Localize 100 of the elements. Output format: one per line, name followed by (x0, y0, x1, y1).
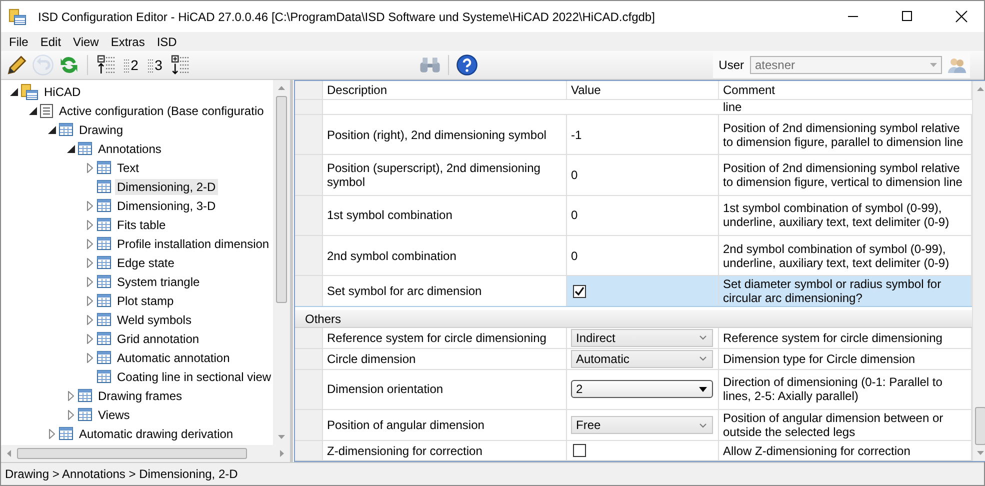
vertical-scrollbar[interactable] (972, 81, 985, 461)
collapsed-arrow-icon[interactable] (68, 410, 74, 420)
scrollbar-thumb[interactable] (17, 448, 247, 459)
tree-item[interactable]: Annotations (96, 140, 164, 156)
dropdown[interactable]: Free (571, 416, 713, 434)
table-cell: Position of angular dimension (323, 410, 567, 440)
grid-row[interactable]: Reference system for circle dimensioning Indirect Reference system for circle dimensioning (295, 328, 972, 349)
grid-row[interactable]: Position (superscript), 2nd dimensioning symbol 0 Position of 2nd dimensioning symbol relative to dimension figure, vertical to dimension line (295, 155, 972, 196)
grid-row[interactable]: 1st symbol combination 0 1st symbol combination of symbol (0-99), underline, auxiliary text, text delimiter (0-9) (295, 196, 972, 236)
grid-row[interactable]: Set symbol for arc dimension Set diameter symbol or radius symbol for circular arc dimensioning? (295, 276, 972, 308)
list-icon (40, 104, 53, 118)
scrollbar-thumb[interactable] (276, 96, 287, 303)
menu-item[interactable]: Edit (34, 34, 68, 48)
column-header[interactable]: Description (323, 81, 567, 100)
tree-item[interactable]: System triangle (115, 274, 202, 290)
help-icon[interactable] (455, 54, 479, 76)
menu-item[interactable]: View (67, 34, 105, 48)
users-icon[interactable] (948, 57, 966, 73)
pencil-icon[interactable] (5, 54, 29, 76)
level-button[interactable]: 3 (144, 54, 166, 76)
scroll-up-icon[interactable] (977, 87, 984, 91)
tree-item[interactable]: Weld symbols (115, 312, 194, 328)
table-icon (97, 256, 111, 269)
tree-item[interactable]: Coating line in sectional view (115, 368, 273, 384)
scroll-down-icon[interactable] (278, 435, 285, 439)
grid-row[interactable]: Circle dimension Automatic Dimension type for Circle dimension (295, 348, 972, 370)
tree-item[interactable]: Profile installation dimension (115, 236, 272, 252)
app-icon (9, 8, 26, 24)
user-field[interactable]: atesner (750, 56, 942, 74)
table-icon (97, 370, 111, 383)
collapsed-arrow-icon[interactable] (49, 428, 55, 438)
group-header[interactable]: Others (295, 310, 972, 328)
expanded-arrow-icon[interactable] (10, 88, 18, 96)
tree-item[interactable]: Edge state (115, 254, 176, 270)
checkbox[interactable] (573, 284, 586, 298)
table-cell-text: line (722, 100, 743, 114)
table-icon (97, 237, 111, 250)
grid-row[interactable]: Position of angular dimension Free Position of angular dimension between or outside the selected legs (295, 410, 972, 442)
table-icon (78, 389, 92, 402)
tree-item[interactable]: Text (115, 160, 142, 176)
collapsed-arrow-icon[interactable] (87, 296, 93, 306)
collapsed-arrow-icon[interactable] (87, 334, 93, 344)
tree-item[interactable]: Plot stamp (115, 292, 176, 308)
collapsed-arrow-icon[interactable] (87, 162, 93, 172)
caret-icon (930, 63, 937, 67)
table-cell: Position (superscript), 2nd dimensioning symbol (323, 155, 567, 195)
expanded-arrow-icon[interactable] (48, 126, 56, 134)
tree-item[interactable]: Views (96, 406, 132, 422)
collapsed-arrow-icon[interactable] (87, 352, 93, 362)
table-icon (97, 161, 111, 174)
tree-item[interactable]: Dimensioning, 2-D (115, 178, 218, 194)
menu-item[interactable]: Extras (104, 34, 151, 48)
table-icon (78, 408, 92, 421)
level-button[interactable]: 2 (120, 54, 142, 76)
checkbox[interactable] (573, 444, 586, 458)
tree-item[interactable]: Active configuration (Base configuratio (57, 102, 266, 118)
expanded-arrow-icon[interactable] (67, 144, 75, 152)
tree-item[interactable]: Automatic annotation (115, 350, 232, 366)
grid-row[interactable]: Z-dimensioning for correction Allow Z-dimensioning for correction (295, 441, 972, 461)
dropdown[interactable]: Indirect (571, 328, 713, 347)
dropdown[interactable]: 2 (571, 380, 713, 398)
table-cell: 1st symbol combination (323, 196, 567, 236)
scroll-down-icon[interactable] (977, 451, 984, 455)
folder-icon (21, 84, 38, 100)
horizontal-scrollbar[interactable] (1, 445, 290, 462)
grid-row[interactable]: Position (right), 2nd dimensioning symbol -1 Position of 2nd dimensioning symbol relative to dimension figure, parallel to dimension line (295, 115, 972, 156)
table-cell: 0 (567, 155, 719, 195)
tree-item[interactable]: Drawing frames (96, 388, 184, 404)
column-header[interactable]: Value (567, 81, 719, 100)
scroll-up-icon[interactable] (278, 86, 285, 90)
collapsed-arrow-icon[interactable] (87, 220, 93, 230)
tree-item[interactable]: Fits table (115, 216, 168, 232)
collapsed-arrow-icon[interactable] (87, 276, 93, 286)
user-label: User (718, 58, 744, 72)
caret-icon (699, 386, 707, 392)
scroll-right-icon[interactable] (280, 450, 284, 457)
tree-item[interactable]: Grid annotation (115, 330, 202, 346)
table-cell: Set diameter symbol or radius symbol for circular arc dimensioning? (719, 276, 972, 306)
collapsed-arrow-icon[interactable] (68, 390, 74, 400)
status-text: Drawing > Annotations > Dimensioning, 2-D (5, 467, 238, 481)
dropdown[interactable]: Automatic (571, 350, 713, 368)
tree-item[interactable]: Dimensioning, 3-D (115, 198, 218, 214)
tree-item[interactable]: Automatic drawing derivation (77, 426, 236, 442)
expanded-arrow-icon[interactable] (29, 106, 37, 114)
grid-row[interactable]: Dimension orientation 2 Direction of dimensioning (0-1: Parallel to lines, 2-5: Axially parallel) (295, 370, 972, 410)
vertical-scrollbar[interactable] (273, 80, 290, 445)
collapsed-arrow-icon[interactable] (87, 314, 93, 324)
table-cell: -1 (567, 115, 719, 154)
menu-item[interactable]: ISD (150, 34, 183, 48)
tree-item[interactable]: Drawing (77, 122, 126, 138)
menu-item[interactable]: File (3, 34, 34, 48)
table-icon (97, 332, 111, 345)
collapsed-arrow-icon[interactable] (87, 258, 93, 268)
collapsed-arrow-icon[interactable] (87, 200, 93, 210)
table-cell: 0 (567, 196, 719, 236)
collapsed-arrow-icon[interactable] (87, 238, 93, 248)
scroll-left-icon[interactable] (7, 450, 11, 457)
tree-item[interactable]: HiCAD (42, 84, 83, 100)
scrollbar-thumb[interactable] (975, 407, 985, 445)
window-title: ISD Configuration Editor - HiCAD 27.0.0.46 [C:\ProgramData\ISD Software und Systeme\HiCAD 2022\HiCAD.cfgdb] (38, 10, 656, 24)
